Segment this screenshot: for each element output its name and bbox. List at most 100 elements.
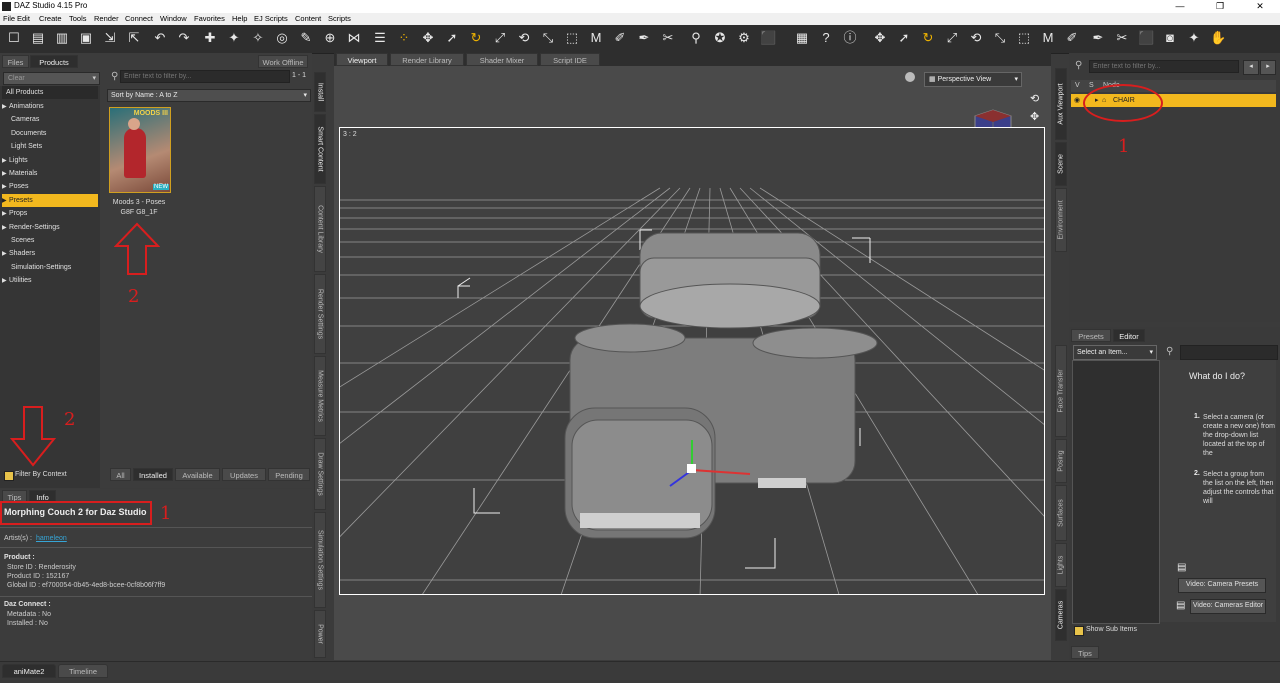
tab-installed[interactable]: Installed bbox=[133, 468, 173, 481]
category-item[interactable]: ▶ Props bbox=[2, 207, 98, 220]
pointer2-icon[interactable]: ➚ bbox=[896, 30, 912, 46]
rotate2-icon[interactable]: ↻ bbox=[920, 30, 936, 46]
menu-content[interactable]: Content bbox=[295, 14, 321, 23]
tab-timeline[interactable]: Timeline bbox=[58, 664, 108, 678]
eyedrop-icon[interactable]: ✒ bbox=[636, 30, 652, 46]
menu-render[interactable]: Render bbox=[94, 14, 119, 23]
tab-lights[interactable]: Lights bbox=[1055, 543, 1067, 587]
tab-render-library[interactable]: Render Library bbox=[390, 53, 464, 66]
list-icon[interactable]: ☰ bbox=[372, 30, 388, 46]
tab-render-settings[interactable]: Render Settings bbox=[314, 274, 326, 354]
editor-filter-input[interactable] bbox=[1180, 345, 1278, 360]
save-icon[interactable]: ▣ bbox=[78, 30, 94, 46]
import-icon[interactable]: ⇲ bbox=[102, 30, 118, 46]
tab-script-ide[interactable]: Script IDE bbox=[540, 53, 600, 66]
translate-tool-icon[interactable]: ⤢ bbox=[492, 30, 508, 46]
eyedrop2-icon[interactable]: ✒ bbox=[1090, 30, 1106, 46]
search-icon[interactable]: ⚲ bbox=[1166, 346, 1173, 357]
property-group-list[interactable] bbox=[1072, 360, 1160, 624]
filter-by-context-checkbox[interactable] bbox=[4, 471, 14, 481]
tab-simulation-settings[interactable]: Simulation Settings bbox=[314, 512, 326, 608]
target-icon[interactable]: ◎ bbox=[274, 30, 290, 46]
show-sub-items-checkbox[interactable] bbox=[1074, 626, 1084, 636]
tab-install[interactable]: Install bbox=[314, 72, 326, 112]
work-offline-button[interactable]: Work Offline bbox=[258, 55, 308, 68]
redo-icon[interactable]: ↷ bbox=[176, 30, 192, 46]
category-item[interactable]: ▶ Poses bbox=[2, 180, 98, 193]
morph-icon[interactable]: M bbox=[588, 30, 604, 46]
eye-icon[interactable]: ◉ bbox=[1074, 94, 1080, 107]
maximize-button[interactable]: ❐ bbox=[1200, 0, 1240, 13]
tab-editor-tips[interactable]: Tips bbox=[1071, 646, 1099, 659]
minimize-button[interactable]: — bbox=[1160, 0, 1200, 13]
tab-products[interactable]: Products bbox=[30, 55, 78, 68]
menu-help[interactable]: Help bbox=[232, 14, 247, 23]
tab-shader-mixer[interactable]: Shader Mixer bbox=[466, 53, 538, 66]
whats-this-icon[interactable]: ? bbox=[818, 30, 834, 46]
view-select-dropdown[interactable]: ▦ Perspective View ▾ bbox=[924, 72, 1022, 87]
pan-camera-icon[interactable]: ✥ bbox=[1030, 110, 1039, 123]
category-item[interactable]: Cameras bbox=[2, 113, 98, 126]
expand-arrow-icon[interactable]: ▶ bbox=[2, 222, 9, 235]
translate2-icon[interactable]: ⤢ bbox=[944, 30, 960, 46]
scene-next-button[interactable]: ▸ bbox=[1260, 60, 1276, 75]
category-item[interactable]: Light Sets bbox=[2, 140, 98, 153]
camera-icon[interactable]: ◙ bbox=[1162, 30, 1178, 46]
tab-content-library[interactable]: Content Library bbox=[314, 186, 326, 272]
bone-icon[interactable]: ✂ bbox=[660, 30, 676, 46]
render2-icon[interactable]: ⬛ bbox=[1138, 30, 1154, 46]
category-item[interactable]: ▶ Materials bbox=[2, 167, 98, 180]
create-figure-icon[interactable]: ✚ bbox=[202, 30, 218, 46]
menu-ej-scripts[interactable]: EJ Scripts bbox=[254, 14, 288, 23]
category-item[interactable]: Documents bbox=[2, 127, 98, 140]
scale2-icon[interactable]: ⤡ bbox=[992, 30, 1008, 46]
pick-icon[interactable]: ✎ bbox=[298, 30, 314, 46]
universal-tool-icon[interactable]: ✥ bbox=[420, 30, 436, 46]
expand-arrow-icon[interactable]: ▶ bbox=[2, 155, 9, 168]
tab-viewport[interactable]: Viewport bbox=[336, 53, 388, 66]
menu-favorites[interactable]: Favorites bbox=[194, 14, 225, 23]
select-item-dropdown[interactable]: Select an Item... ▾ bbox=[1073, 345, 1157, 360]
region-icon[interactable]: ⬚ bbox=[564, 30, 580, 46]
tab-scene[interactable]: Scene bbox=[1055, 142, 1067, 186]
ds-icon[interactable]: ▦ bbox=[794, 30, 810, 46]
new-icon[interactable]: ☐ bbox=[6, 30, 22, 46]
tab-posing[interactable]: Posing bbox=[1055, 439, 1067, 483]
bone2-icon[interactable]: ✂ bbox=[1114, 30, 1130, 46]
expand-arrow-icon[interactable]: ▶ bbox=[2, 181, 9, 194]
category-item[interactable]: ▶ Utilities bbox=[2, 274, 98, 287]
menu-create[interactable]: Create bbox=[39, 14, 62, 23]
expand-arrow-icon[interactable]: ▶ bbox=[2, 195, 9, 208]
tab-available[interactable]: Available bbox=[175, 468, 220, 481]
expand-arrow-icon[interactable]: ▶ bbox=[2, 101, 9, 114]
tab-pending[interactable]: Pending bbox=[268, 468, 310, 481]
category-item[interactable]: ▶ Lights bbox=[2, 154, 98, 167]
tab-animate2[interactable]: aniMate2 bbox=[2, 664, 56, 678]
menu-window[interactable]: Window bbox=[160, 14, 187, 23]
tab-measure-metrics[interactable]: Measure Metrics bbox=[314, 356, 326, 436]
expand-arrow-icon[interactable]: ▶ bbox=[2, 208, 9, 221]
render-icon[interactable]: ⬛ bbox=[760, 30, 776, 46]
tab-surfaces[interactable]: Surfaces bbox=[1055, 485, 1067, 541]
menu-edit[interactable]: Edit bbox=[17, 14, 30, 23]
close-button[interactable]: ✕ bbox=[1240, 0, 1280, 13]
menu-scripts[interactable]: Scripts bbox=[328, 14, 351, 23]
export-icon[interactable]: ⇱ bbox=[126, 30, 142, 46]
product-title[interactable]: Moods 3 - Poses G8F G8_1F bbox=[106, 198, 172, 218]
node-icon[interactable]: ⊕ bbox=[322, 30, 338, 46]
tab-updates[interactable]: Updates bbox=[222, 468, 266, 481]
expand-arrow-icon[interactable]: ▶ bbox=[2, 248, 9, 261]
render-settings-icon[interactable]: ⚙ bbox=[736, 30, 752, 46]
sort-dropdown[interactable]: Sort by Name : A to Z ▾ bbox=[107, 89, 311, 102]
puppeteer-icon[interactable]: ⚲ bbox=[688, 30, 704, 46]
tab-files[interactable]: Files bbox=[2, 55, 29, 68]
product-thumbnail[interactable]: MOODS III NEW bbox=[109, 107, 171, 193]
universal-tool2-icon[interactable]: ✥ bbox=[872, 30, 888, 46]
open-icon[interactable]: ▤ bbox=[30, 30, 46, 46]
grid-tool-icon[interactable]: ⁘ bbox=[396, 30, 412, 46]
tab-editor[interactable]: Editor bbox=[1113, 329, 1145, 342]
merge-icon[interactable]: ▥ bbox=[54, 30, 70, 46]
tab-environment[interactable]: Environment bbox=[1055, 188, 1067, 252]
category-item[interactable]: ▶ Animations bbox=[2, 100, 98, 113]
all-products-item[interactable]: All Products bbox=[2, 86, 98, 99]
